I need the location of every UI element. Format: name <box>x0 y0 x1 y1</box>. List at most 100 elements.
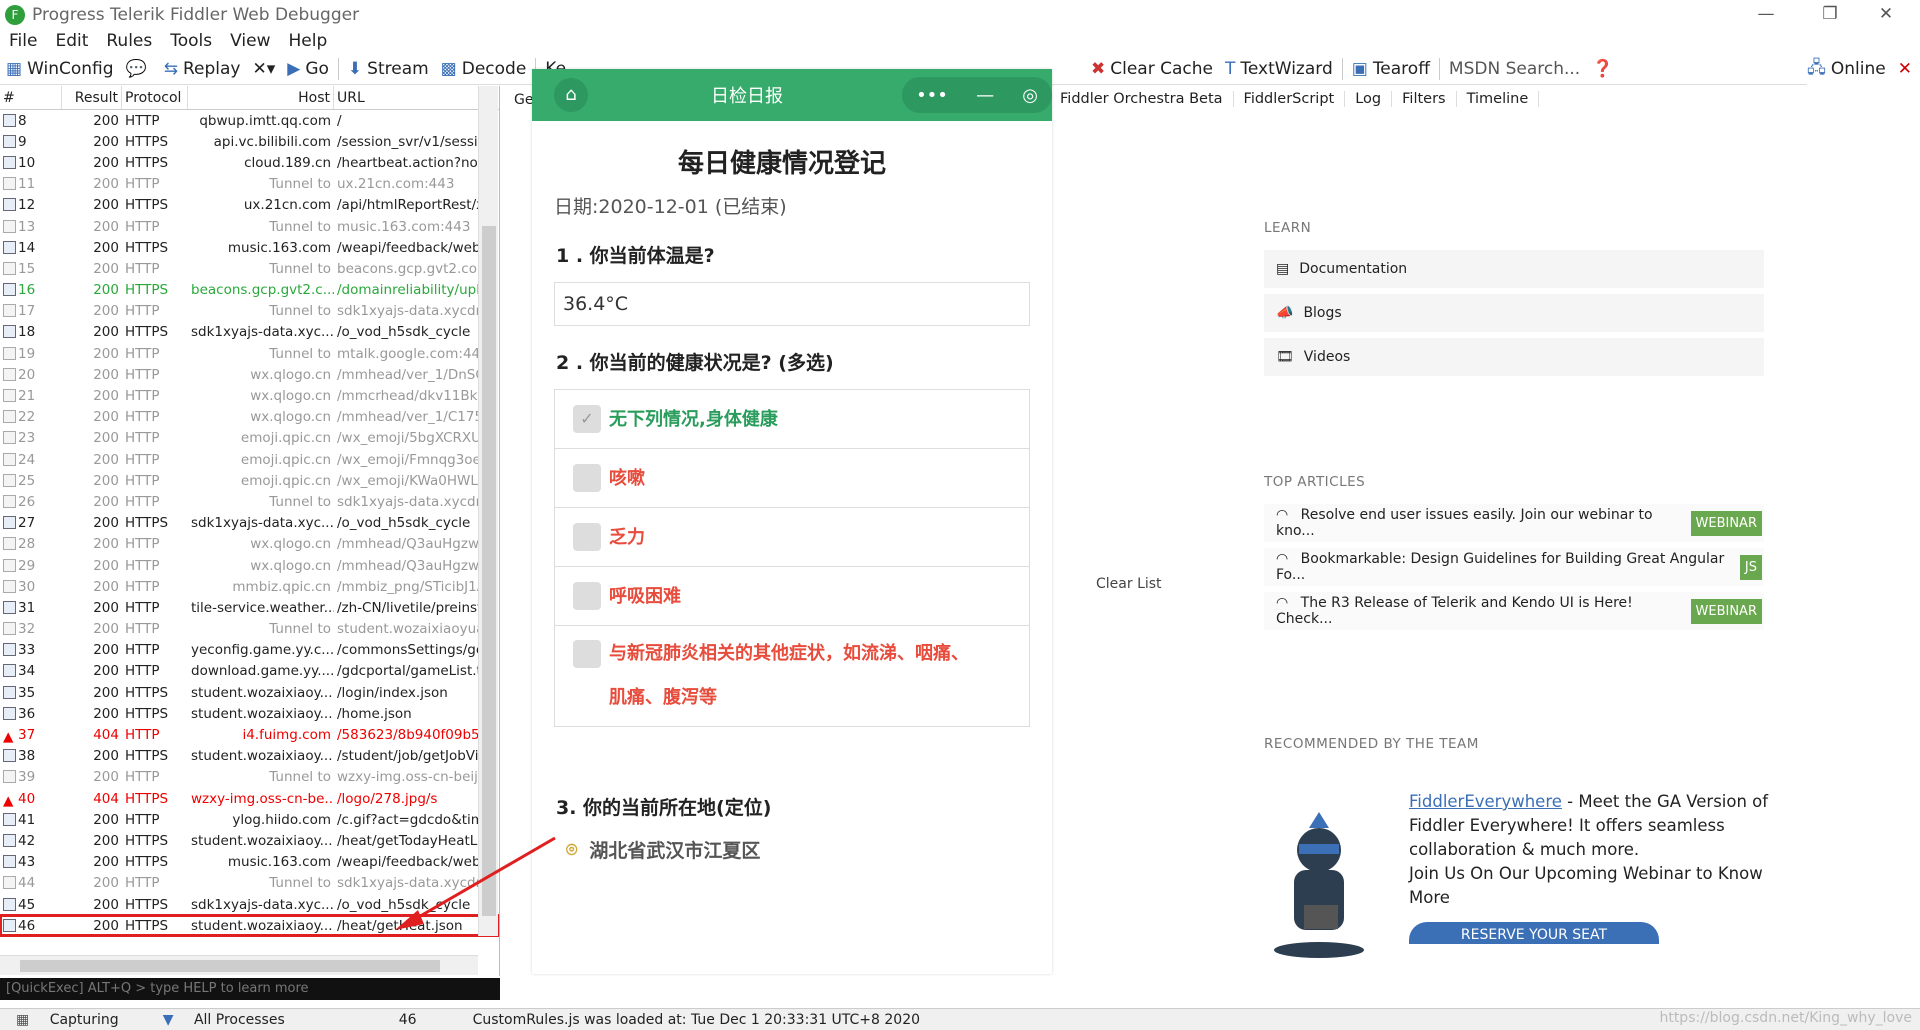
option-other[interactable]: 与新冠肺炎相关的其他症状，如流涕、咽痛、肌痛、腹泻等 <box>555 626 1029 726</box>
checkbox-icon[interactable] <box>573 464 601 492</box>
temperature-field[interactable]: 36.4°C <box>554 282 1030 326</box>
learn-blogs[interactable]: 📣 Blogs <box>1264 294 1764 332</box>
table-row[interactable]: 36 200 HTTPS student.wozaixiaoy.../home.jso… <box>0 703 499 724</box>
option-healthy[interactable]: ✓ 无下列情况,身体健康 <box>555 390 1029 449</box>
minimize-icon[interactable]: — <box>976 85 994 106</box>
clear-list-link[interactable]: Clear List <box>1096 576 1162 592</box>
online-indicator[interactable]: 🖧 Online ✕ <box>1806 53 1920 85</box>
table-row[interactable]: 45 200 HTTPS sdk1xyajs-data.xyc.../o_vod_h5… <box>0 894 499 915</box>
learn-videos[interactable]: 🎞 Videos <box>1264 338 1764 376</box>
table-row[interactable]: 19 200 HTTP Tunnel to mtalk.google.com:443 <box>0 343 499 364</box>
col-host[interactable]: Host <box>188 86 334 109</box>
table-row[interactable]: 41 200 HTTP ylog.hiido.com/c.gif?act=gdcdo&… <box>0 809 499 830</box>
comment-button[interactable]: 💬 <box>120 54 158 84</box>
col-protocol[interactable]: Protocol <box>122 86 188 109</box>
table-row[interactable]: 35 200 HTTPS student.wozaixiaoy.../login/in… <box>0 682 499 703</box>
table-row[interactable]: 44 200 HTTP Tunnel to sdk1xyajs-data.xycdr <box>0 873 499 894</box>
table-row[interactable]: 12 200 HTTPS ux.21cn.com/api/htmlReportRest… <box>0 195 499 216</box>
clear-cache-button[interactable]: ✖ Clear Cache <box>1085 54 1219 84</box>
table-row[interactable]: 39 200 HTTP Tunnel to wzxy-img.oss-cn-beiji <box>0 767 499 788</box>
close-target-icon[interactable]: ◎ <box>1022 85 1038 106</box>
article-item[interactable]: ◠ The R3 Release of Telerik and Kendo UI… <box>1264 592 1764 630</box>
process-filter[interactable]: ▼ All Processes <box>147 1012 301 1028</box>
reserve-seat-button[interactable]: RESERVE YOUR SEAT <box>1409 922 1659 944</box>
capturing-indicator[interactable]: ▦ Capturing <box>0 1012 135 1028</box>
table-row[interactable]: ▲ 37 404 HTTP i4.fuimg.com/583623/8b940f09b5… <box>0 724 499 745</box>
table-row[interactable]: 38 200 HTTPS student.wozaixiaoy.../student/… <box>0 746 499 767</box>
checkbox-icon[interactable] <box>573 582 601 610</box>
tab-fiddlerscript[interactable]: FiddlerScript <box>1234 91 1346 107</box>
table-row[interactable]: 22 200 HTTP wx.qlogo.cn/mmhead/ver_1/C175 <box>0 407 499 428</box>
table-row[interactable]: 29 200 HTTP wx.qlogo.cn/mmhead/Q3auHgzwz <box>0 555 499 576</box>
menu-tools[interactable]: Tools <box>161 31 221 51</box>
table-row[interactable]: 15 200 HTTP Tunnel to beacons.gcp.gvt2.cor <box>0 258 499 279</box>
col-number[interactable]: # <box>0 86 62 109</box>
minimize-icon[interactable]: — <box>1742 0 1790 29</box>
option-fatigue[interactable]: 乏力 <box>555 508 1029 567</box>
close-pane-icon[interactable]: ✕ <box>1898 59 1912 79</box>
menu-help[interactable]: Help <box>279 31 336 51</box>
table-row[interactable]: 8 200 HTTP qbwup.imtt.qq.com / <box>0 110 499 131</box>
tab-timeline[interactable]: Timeline <box>1457 91 1540 107</box>
menu-edit[interactable]: Edit <box>46 31 97 51</box>
checkbox-icon[interactable] <box>573 523 601 551</box>
replay-button[interactable]: ⇆ Replay <box>158 54 247 84</box>
menu-view[interactable]: View <box>221 31 279 51</box>
table-row[interactable]: 30 200 HTTP mmbiz.qpic.cn/mmbiz_png/STicibJ… <box>0 576 499 597</box>
msdn-search-input[interactable]: MSDN Search... <box>1443 54 1586 84</box>
article-item[interactable]: ◠ Resolve end user issues easily. Join o… <box>1264 504 1764 542</box>
table-row[interactable]: 21 200 HTTP wx.qlogo.cn/mmcrhead/dkv11BktE <box>0 385 499 406</box>
winconfig-button[interactable]: ▦ WinConfig <box>0 54 120 84</box>
table-row[interactable]: 46 200 HTTPS student.wozaixiaoy.../heat/get… <box>0 914 499 938</box>
col-url[interactable]: URL <box>334 86 484 109</box>
table-row[interactable]: 18 200 HTTPS sdk1xyajs-data.xyc.../o_vod_h5… <box>0 322 499 343</box>
fiddler-everywhere-link[interactable]: FiddlerEverywhere <box>1409 792 1562 811</box>
table-row[interactable]: 17 200 HTTP Tunnel to sdk1xyajs-data.xycdr <box>0 301 499 322</box>
learn-documentation[interactable]: ▤ Documentation <box>1264 250 1764 288</box>
table-row[interactable]: 32 200 HTTP Tunnel to student.wozaixiaoyua <box>0 619 499 640</box>
help-icon[interactable]: ❓ <box>1586 54 1619 84</box>
table-row[interactable]: 25 200 HTTP emoji.qpic.cn/wx_emoji/KWa0HWL: <box>0 470 499 491</box>
table-row[interactable]: 28 200 HTTP wx.qlogo.cn/mmhead/Q3auHgzwz <box>0 534 499 555</box>
remove-button[interactable]: ✕▾ <box>246 54 281 84</box>
scroll-thumb[interactable] <box>482 226 496 916</box>
table-row[interactable]: 26 200 HTTP Tunnel to sdk1xyajs-data.xycdr <box>0 491 499 512</box>
quickexec-input[interactable]: [QuickExec] ALT+Q > type HELP to learn m… <box>0 978 500 1000</box>
scroll-thumb[interactable] <box>20 960 440 972</box>
option-cough[interactable]: 咳嗽 <box>555 449 1029 508</box>
close-icon[interactable]: ✕ <box>1862 0 1910 29</box>
menu-rules[interactable]: Rules <box>97 31 161 51</box>
decode-button[interactable]: ▩ Decode <box>435 54 533 84</box>
sessions-hscrollbar[interactable] <box>0 955 478 975</box>
table-row[interactable]: 27 200 HTTPS sdk1xyajs-data.xyc.../o_vod_h5… <box>0 513 499 534</box>
table-row[interactable]: ▲ 40 404 HTTPS wzxy-img.oss-cn-be.../logo/27… <box>0 788 499 809</box>
go-button[interactable]: ▶ Go <box>281 54 335 84</box>
table-row[interactable]: 16 200 HTTPS beacons.gcp.gvt2.c.../domainre… <box>0 280 499 301</box>
table-row[interactable]: 14 200 HTTPS music.163.com/weapi/feedback/w… <box>0 237 499 258</box>
stream-button[interactable]: ⬇ Stream <box>342 54 435 84</box>
table-row[interactable]: 20 200 HTTP wx.qlogo.cn/mmhead/ver_1/DnSC <box>0 364 499 385</box>
tab-filters[interactable]: Filters <box>1392 91 1457 107</box>
sessions-vscrollbar[interactable] <box>478 86 498 936</box>
textwizard-button[interactable]: T TextWizard <box>1219 54 1339 84</box>
more-icon[interactable]: ••• <box>916 85 948 106</box>
tearoff-button[interactable]: ▣ Tearoff <box>1346 54 1436 84</box>
checkbox-checked-icon[interactable]: ✓ <box>573 405 601 433</box>
capsule-menu[interactable]: ••• — ◎ <box>902 77 1052 113</box>
table-row[interactable]: 42 200 HTTPS student.wozaixiaoy.../heat/get… <box>0 830 499 851</box>
table-row[interactable]: 34 200 HTTP download.game.yy..../gdcportal/… <box>0 661 499 682</box>
article-item[interactable]: ◠ Bookmarkable: Design Guidelines for Bu… <box>1264 548 1764 586</box>
table-row[interactable]: 43 200 HTTPS music.163.com/weapi/feedback/w… <box>0 852 499 873</box>
table-row[interactable]: 13 200 HTTP Tunnel to music.163.com:443 <box>0 216 499 237</box>
table-row[interactable]: 23 200 HTTP emoji.qpic.cn/wx_emoji/5bgXCRXU <box>0 428 499 449</box>
menu-file[interactable]: File <box>0 31 46 51</box>
col-result[interactable]: Result <box>62 86 122 109</box>
table-row[interactable]: 24 200 HTTP emoji.qpic.cn/wx_emoji/Fmnqg3oe <box>0 449 499 470</box>
tab-orchestra[interactable]: Fiddler Orchestra Beta <box>1050 91 1234 107</box>
table-row[interactable]: 31 200 HTTP tile-service.weather..../zh-CN/… <box>0 597 499 618</box>
tab-log[interactable]: Log <box>1345 91 1393 107</box>
table-row[interactable]: 33 200 HTTP yeconfig.game.yy.c.../commonsSe… <box>0 640 499 661</box>
table-row[interactable]: 9 200 HTTPS api.vc.bilibili.com/session_svr… <box>0 131 499 152</box>
sessions-list[interactable]: # Result Protocol Host URL 8 200 HTTP qbwup… <box>0 86 500 976</box>
restore-icon[interactable]: ❐ <box>1806 0 1854 29</box>
